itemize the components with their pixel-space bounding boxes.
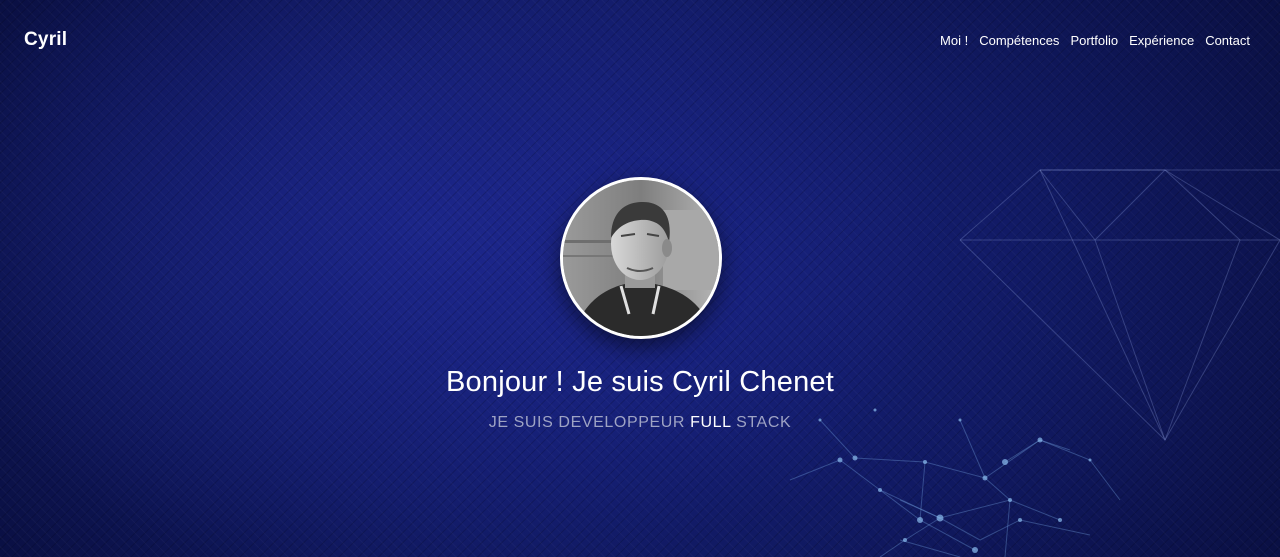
nav-item-competences[interactable]: Compétences — [979, 33, 1059, 48]
network-lines — [789, 419, 1121, 557]
nav-item-moi[interactable]: Moi ! — [940, 33, 968, 48]
avatar — [560, 177, 722, 339]
site-header: Cyril Moi ! Compétences Portfolio Expéri… — [0, 0, 1280, 84]
subtitle-text-2: S — [731, 414, 748, 431]
subtitle-text-3: TACK — [747, 414, 792, 431]
main-nav: Moi ! Compétences Portfolio Expérience C… — [940, 33, 1250, 48]
subtitle: JE SUIS DEVELOPPEUR FULL STACK — [0, 414, 1280, 432]
diamond-outline — [959, 169, 1280, 442]
subtitle-highlight-full: FULL — [690, 414, 732, 431]
nav-item-experience[interactable]: Expérience — [1129, 33, 1194, 48]
nav-item-contact[interactable]: Contact — [1205, 33, 1250, 48]
page-title: Bonjour ! Je suis Cyril Chenet — [446, 366, 834, 398]
profile-photo — [563, 180, 719, 336]
nav-item-portfolio[interactable]: Portfolio — [1070, 33, 1118, 48]
brand-logo[interactable]: Cyril — [24, 29, 67, 51]
subtitle-text-1: JE SUIS DEVELOPPEUR — [488, 414, 691, 431]
